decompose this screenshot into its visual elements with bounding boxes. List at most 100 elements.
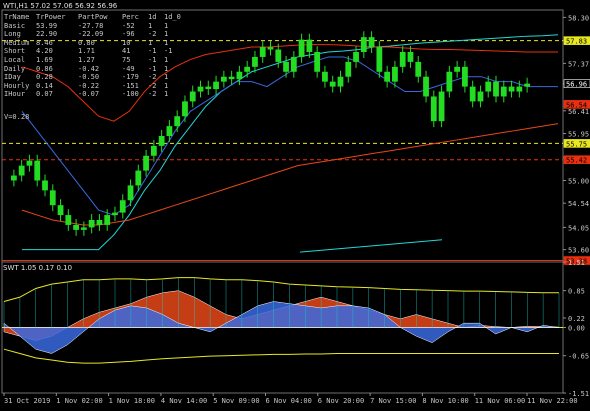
candle-body [500,86,507,97]
candle-body [18,165,25,176]
candle-body [119,200,126,213]
table-cell: 1 [164,81,169,90]
candle-body [213,81,219,90]
candle-body [34,160,41,181]
table-cell: Medium [4,38,30,47]
price-tag-label: 55.42 [566,157,587,165]
candle-body [182,101,188,117]
candle-body [228,76,235,80]
table-cell: -1 [148,64,157,73]
info-table-row: IHour 0.07 -0.07 -100 -2 1 [4,90,184,99]
y-tick-label: 53.60 [568,247,589,255]
table-cell: -0.50 [78,73,100,82]
candle-body [360,37,367,52]
candle-body [446,71,453,92]
price-tag-label: 55.75 [566,140,587,148]
table-cell: 4.20 [36,47,53,56]
lower-trend-line [299,239,443,253]
candle-body [197,86,204,92]
table-cell: 8.46 [36,38,53,47]
candle-body [423,76,429,97]
candle-body [516,86,523,92]
info-table-row: Short 4.20 1.71 41 -1 -1 [4,47,184,56]
x-tick-label: 11 Nov 06:00 [475,397,526,405]
table-cell: Daily [4,64,26,73]
candle-body [88,220,95,228]
y-tick-label: 0.00 [568,325,585,333]
table-cell: -1 [164,47,173,56]
indicator-window-title: SWT 1.05 0.17 0.10 [3,264,73,272]
info-table-row: IDay 0.28 -0.50 -179 -2 1 [4,73,184,82]
y-tick-label: 0.22 [568,315,585,323]
candle-body [267,47,274,50]
y-tick-label: 54.05 [568,224,589,232]
info-table-header: TrName TrPower PartPow Perc 1d 1d_0 [4,13,184,22]
info-table-row: Daily 0.86 -0.42 -49 -1 1 [4,65,184,74]
table-cell: 1 [148,38,153,47]
table-cell: Local [4,55,26,64]
chart-window-title: WTI,H1 57.02 57.06 56.92 56.96 [3,2,118,10]
candle-body [306,39,313,52]
candle-body [368,37,375,48]
x-tick-label: 6 Nov 04:00 [266,397,312,405]
y-tick-label: -0.65 [568,353,589,361]
x-tick-label: 4 Nov 14:00 [161,397,207,405]
candle-body [493,81,499,97]
x-tick-label: 7 Nov 15:00 [370,397,416,405]
candle-body [314,52,321,72]
oscillator-band [3,277,559,302]
table-cell: -1 [148,55,157,64]
candle-body [477,91,484,102]
header-cell: 1d_0 [164,13,181,21]
table-cell: -1 [148,47,157,56]
candle-body [469,86,476,102]
candle-body [127,185,134,201]
x-tick-label: 5 Nov 09:00 [213,397,259,405]
candle-body [11,175,17,181]
table-cell: 0.14 [36,81,53,90]
table-cell: 1 [164,38,169,47]
candle-body [376,47,383,72]
header-cell: Perc [122,13,139,21]
candle-body [96,220,103,225]
table-cell: -52 [122,21,135,30]
price-tag-label: 56.54 [566,101,587,109]
table-cell: IDay [4,73,21,82]
table-cell: 75 [122,55,131,64]
oscillator-band [3,348,559,364]
x-tick-label: 1 Nov 02:00 [56,397,102,405]
candle-body [353,52,359,62]
y-tick-label: 58.30 [568,14,589,22]
table-cell: 1 [164,30,169,39]
table-cell: Short [4,47,26,56]
info-table-row: Basic 53.99 -27.78 -52 1 1 [4,22,184,31]
candle-body [158,136,165,146]
candle-body [322,71,328,82]
table-cell: -100 [122,90,139,99]
table-cell: 1.27 [78,55,95,64]
candle-body [143,155,149,171]
table-cell: 0.86 [36,64,53,73]
table-cell: -179 [122,73,139,82]
candle-body [508,86,515,92]
candle-body [384,71,391,82]
candle-body [150,145,157,156]
header-cell: TrPower [36,13,66,21]
table-cell: -0.07 [78,90,100,99]
candle-body [392,66,398,82]
candle-body [80,227,87,230]
candle-body [438,91,445,122]
info-table-row: Local 1.69 1.27 75 -1 1 [4,56,184,65]
table-cell: 0.80 [78,38,95,47]
table-cell: 10 [122,38,131,47]
x-tick-label: 31 Oct 2019 [4,397,50,405]
y-tick-label: 57.37 [568,60,589,68]
table-cell: -49 [122,64,135,73]
candle-body [454,66,461,72]
y-tick-label: 55.00 [568,177,589,185]
header-cell: PartPow [78,13,108,21]
candle-body [275,49,282,62]
candle-body [112,212,118,216]
info-table-row: Long 22.90 -22.09 -96 -2 1 [4,30,184,39]
table-cell: IHour [4,90,26,99]
